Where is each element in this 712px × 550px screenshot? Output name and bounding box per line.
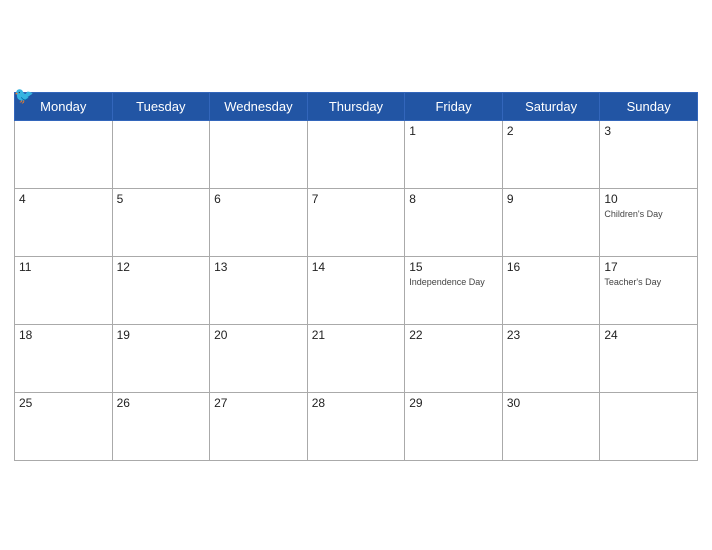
calendar-cell: 18 xyxy=(15,324,113,392)
calendar-cell: 16 xyxy=(502,256,600,324)
calendar-cell xyxy=(15,120,113,188)
calendar-cell: 7 xyxy=(307,188,405,256)
day-number: 2 xyxy=(507,124,596,138)
weekday-header-wednesday: Wednesday xyxy=(210,92,308,120)
calendar-cell: 20 xyxy=(210,324,308,392)
day-number: 29 xyxy=(409,396,498,410)
calendar-cell: 28 xyxy=(307,392,405,460)
day-number: 17 xyxy=(604,260,693,274)
calendar-cell: 22 xyxy=(405,324,503,392)
logo: 🐦 xyxy=(14,86,36,106)
calendar-cell: 2 xyxy=(502,120,600,188)
day-event: Independence Day xyxy=(409,277,485,287)
week-row-4: 18 19 20 21 22 23 24 xyxy=(15,324,698,392)
day-number: 16 xyxy=(507,260,596,274)
week-row-1: 123 xyxy=(15,120,698,188)
week-row-5: 25 26 27 28 29 30 xyxy=(15,392,698,460)
calendar-cell: 11 xyxy=(15,256,113,324)
weekday-header-row: MondayTuesdayWednesdayThursdayFridaySatu… xyxy=(15,92,698,120)
weekday-header-saturday: Saturday xyxy=(502,92,600,120)
day-number: 25 xyxy=(19,396,108,410)
day-number: 30 xyxy=(507,396,596,410)
day-number: 11 xyxy=(19,260,108,274)
logo-bird-icon: 🐦 xyxy=(14,86,34,106)
day-number: 4 xyxy=(19,192,108,206)
day-number: 22 xyxy=(409,328,498,342)
calendar-cell: 25 xyxy=(15,392,113,460)
calendar-cell: 6 xyxy=(210,188,308,256)
day-number: 8 xyxy=(409,192,498,206)
day-number: 6 xyxy=(214,192,303,206)
calendar-cell: 3 xyxy=(600,120,698,188)
week-row-3: 11 12 13 14 15 Independence Day 16 17 Teacher's … xyxy=(15,256,698,324)
calendar-cell: 12 xyxy=(112,256,210,324)
day-number: 13 xyxy=(214,260,303,274)
day-number: 24 xyxy=(604,328,693,342)
calendar-cell: 14 xyxy=(307,256,405,324)
day-number: 10 xyxy=(604,192,693,206)
calendar-cell: 4 xyxy=(15,188,113,256)
day-number: 21 xyxy=(312,328,401,342)
day-number: 7 xyxy=(312,192,401,206)
calendar-cell: 13 xyxy=(210,256,308,324)
calendar-cell: 15 Independence Day xyxy=(405,256,503,324)
day-number: 15 xyxy=(409,260,498,274)
day-event: Teacher's Day xyxy=(604,277,661,287)
day-number: 12 xyxy=(117,260,206,274)
calendar-cell xyxy=(600,392,698,460)
calendar-cell: 30 xyxy=(502,392,600,460)
day-number: 28 xyxy=(312,396,401,410)
day-number: 3 xyxy=(604,124,693,138)
day-event: Children's Day xyxy=(604,209,662,219)
day-number: 5 xyxy=(117,192,206,206)
calendar-cell: 26 xyxy=(112,392,210,460)
calendar-cell: 10 Children's Day xyxy=(600,188,698,256)
day-number: 26 xyxy=(117,396,206,410)
day-number: 18 xyxy=(19,328,108,342)
day-number: 23 xyxy=(507,328,596,342)
calendar-cell xyxy=(112,120,210,188)
calendar-cell xyxy=(307,120,405,188)
weekday-header-sunday: Sunday xyxy=(600,92,698,120)
day-number: 19 xyxy=(117,328,206,342)
calendar-cell: 27 xyxy=(210,392,308,460)
calendar-wrapper: 🐦 MondayTuesdayWednesdayThursdayFridaySa… xyxy=(0,76,712,475)
calendar-cell: 8 xyxy=(405,188,503,256)
day-number: 14 xyxy=(312,260,401,274)
weekday-header-tuesday: Tuesday xyxy=(112,92,210,120)
calendar-cell: 9 xyxy=(502,188,600,256)
calendar-cell: 17 Teacher's Day xyxy=(600,256,698,324)
day-number: 20 xyxy=(214,328,303,342)
day-number: 1 xyxy=(409,124,498,138)
calendar-cell: 1 xyxy=(405,120,503,188)
calendar-cell: 21 xyxy=(307,324,405,392)
calendar-cell: 5 xyxy=(112,188,210,256)
week-row-2: 456789 10 Children's Day xyxy=(15,188,698,256)
day-number: 27 xyxy=(214,396,303,410)
calendar-cell: 23 xyxy=(502,324,600,392)
calendar-cell: 24 xyxy=(600,324,698,392)
day-number: 9 xyxy=(507,192,596,206)
weekday-header-thursday: Thursday xyxy=(307,92,405,120)
calendar-cell: 29 xyxy=(405,392,503,460)
calendar-cell xyxy=(210,120,308,188)
calendar-table: MondayTuesdayWednesdayThursdayFridaySatu… xyxy=(14,92,698,461)
weekday-header-friday: Friday xyxy=(405,92,503,120)
calendar-cell: 19 xyxy=(112,324,210,392)
